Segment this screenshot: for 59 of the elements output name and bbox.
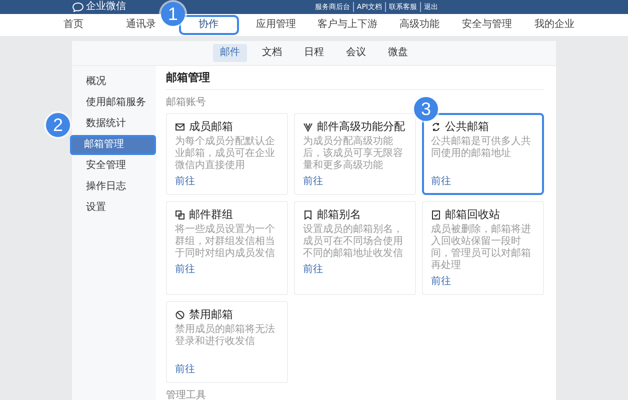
card-title: 邮件高级功能分配 — [317, 120, 405, 134]
go-link[interactable]: 前往 — [431, 176, 535, 188]
feature-card[interactable]: 邮件高级功能分配 为成员分配高级功能后，该成员可享无限容量和更多高级功能 前往 — [294, 113, 416, 195]
go-link[interactable]: 前往 — [303, 176, 407, 188]
sub-tab[interactable]: 微盘 — [381, 44, 415, 62]
card-description: 为每个成员分配默认企业邮箱，成员可在企业微信内直接使用 — [175, 136, 276, 172]
feature-card[interactable]: 禁用邮箱 禁用成员的邮箱将无法登录和进行收发信 前往 — [166, 301, 288, 383]
card-description: 为成员分配高级功能后，该成员可享无限容量和更多高级功能 — [303, 136, 404, 172]
card-description: 将一些成员设置为一个群组，对群组发信相当于同时对组内成员发信 — [175, 224, 276, 260]
logo-text: 企业微信 — [86, 1, 126, 13]
step-badge: 2 — [46, 113, 70, 137]
card-description: 公共邮箱是可供多人共同使用的邮箱地址 — [431, 136, 532, 161]
sub-tab[interactable]: 会议 — [339, 44, 373, 62]
sidebar-item[interactable]: 安全管理 — [72, 156, 156, 176]
go-link[interactable]: 前往 — [175, 364, 279, 376]
step-badge: 3 — [414, 97, 438, 121]
sub-tab[interactable]: 日程 — [297, 44, 331, 62]
sidebar-item[interactable]: 操作日志 — [72, 177, 156, 197]
card-title: 禁用邮箱 — [189, 308, 233, 322]
go-link[interactable]: 前往 — [175, 176, 279, 188]
go-link[interactable]: 前往 — [431, 276, 535, 288]
card-title: 邮箱别名 — [317, 208, 361, 222]
nav-tab[interactable]: 首页 — [56, 16, 92, 34]
nav-tab[interactable]: 高级功能 — [391, 16, 448, 34]
copy-icon — [175, 210, 185, 220]
card-title: 成员邮箱 — [189, 120, 233, 134]
envelope-icon — [175, 122, 185, 132]
sidebar-item[interactable]: 设置 — [72, 198, 156, 218]
nav-tab[interactable]: 客户与上下游 — [310, 16, 386, 34]
ban-icon — [175, 310, 185, 320]
nav-tab[interactable]: 安全与管理 — [454, 16, 520, 34]
cycle-icon — [431, 122, 441, 132]
feature-card[interactable]: 成员邮箱 为每个成员分配默认企业邮箱，成员可在企业微信内直接使用 前往 — [166, 113, 288, 195]
section-label: 管理工具 — [166, 389, 206, 400]
bookmark-icon — [303, 210, 313, 220]
nav-tab[interactable]: 我的企业 — [526, 16, 582, 34]
feature-card[interactable]: 邮箱回收站 成员被删除，邮箱将进入回收站保留一段时间，管理员可以对邮箱再处理 前往 — [422, 201, 544, 295]
sidebar-item[interactable]: 数据统计 — [72, 114, 156, 134]
card-title: 邮箱回收站 — [445, 208, 500, 222]
section-label: 邮箱账号 — [166, 96, 206, 110]
sidebar-item[interactable]: 概况 — [72, 72, 156, 92]
feature-card[interactable]: 邮件群组 将一些成员设置为一个群组，对群组发信相当于同时对组内成员发信 前往 — [166, 201, 288, 295]
card-description: 成员被删除，邮箱将进入回收站保留一段时间，管理员可以对邮箱再处理 — [431, 224, 532, 272]
box-check-icon — [431, 210, 441, 220]
page-title: 邮箱管理 — [166, 66, 544, 90]
sidebar-item[interactable]: 邮箱管理 — [70, 135, 156, 155]
go-link[interactable]: 前往 — [175, 264, 279, 276]
card-title: 邮件群组 — [189, 208, 233, 222]
nav-tab[interactable]: 应用管理 — [248, 16, 304, 34]
sub-tab[interactable]: 邮件 — [213, 44, 247, 62]
card-description: 禁用成员的邮箱将无法登录和进行收发信 — [175, 324, 276, 349]
feature-card[interactable]: 邮箱别名 设置成员的邮箱别名，成员可在不同场合使用不同的邮箱地址收发信 前往 — [294, 201, 416, 295]
card-title: 公共邮箱 — [445, 120, 489, 134]
card-description: 设置成员的邮箱别名，成员可在不同场合使用不同的邮箱地址收发信 — [303, 224, 404, 260]
v-mark-icon — [303, 122, 313, 132]
sub-tab[interactable]: 文档 — [255, 44, 289, 62]
chat-bubble-icon — [72, 2, 84, 12]
sidebar-item[interactable]: 使用邮箱服务 — [72, 93, 156, 113]
go-link[interactable]: 前往 — [303, 264, 407, 276]
